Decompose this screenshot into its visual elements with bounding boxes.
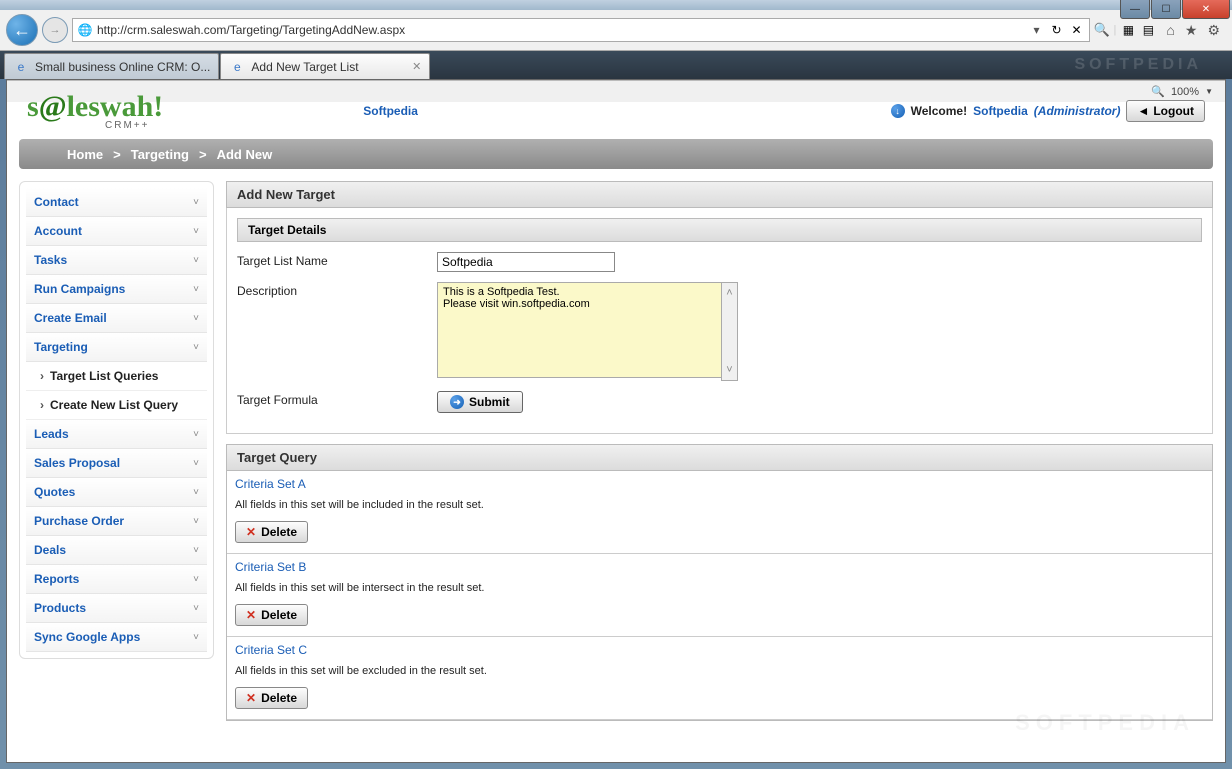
- chevron-down-icon: ˅: [193, 197, 199, 208]
- sidebar-item-deals[interactable]: Deals˅: [26, 536, 207, 565]
- sidebar-sub-target-list-queries[interactable]: Target List Queries: [26, 362, 207, 391]
- criteria-desc: All fields in this set will be included …: [235, 499, 1204, 511]
- chevron-down-icon: ˅: [193, 255, 199, 266]
- criteria-set: Criteria Set B All fields in this set wil…: [227, 554, 1212, 637]
- breadcrumb: Home > Targeting > Add New: [19, 139, 1213, 169]
- submit-icon: ➜: [450, 395, 464, 409]
- nav-back-button[interactable]: ←: [6, 14, 38, 46]
- criteria-set: Criteria Set C All fields in this set wil…: [227, 637, 1212, 720]
- crumb-home[interactable]: Home: [67, 147, 103, 162]
- chevron-down-icon: ˅: [193, 574, 199, 585]
- sidebar-item-run-campaigns[interactable]: Run Campaigns˅: [26, 275, 207, 304]
- tools-icon[interactable]: ⚙: [1207, 22, 1220, 39]
- delete-button[interactable]: ✕Delete: [235, 521, 308, 543]
- ie-page-icon: 🌐: [77, 22, 93, 38]
- name-label: Target List Name: [237, 252, 437, 272]
- chevron-down-icon: ˅: [193, 342, 199, 353]
- address-bar[interactable]: 🌐 ▾ ↻ ✕: [72, 18, 1090, 42]
- sidebar-item-contact[interactable]: Contact˅: [26, 188, 207, 217]
- criteria-name[interactable]: Criteria Set B: [235, 560, 1204, 574]
- company-link[interactable]: Softpedia: [363, 104, 418, 118]
- sidebar-item-tasks[interactable]: Tasks˅: [26, 246, 207, 275]
- tab-title: Small business Online CRM: O...: [35, 60, 210, 74]
- stop-icon[interactable]: ✕: [1069, 22, 1085, 38]
- sidebar-item-sales-proposal[interactable]: Sales Proposal˅: [26, 449, 207, 478]
- sidebar-item-quotes[interactable]: Quotes˅: [26, 478, 207, 507]
- target-name-input[interactable]: [437, 252, 615, 272]
- dropdown-icon[interactable]: ▾: [1029, 22, 1045, 38]
- criteria-desc: All fields in this set will be intersect…: [235, 582, 1204, 594]
- crumb-targeting[interactable]: Targeting: [131, 147, 189, 162]
- sidebar-item-targeting[interactable]: Targeting˅: [26, 333, 207, 362]
- logout-icon: ◄: [1137, 104, 1149, 118]
- desc-label: Description: [237, 282, 437, 381]
- sidebar-item-purchase-order[interactable]: Purchase Order˅: [26, 507, 207, 536]
- watermark: SOFTPEDIA: [1074, 56, 1232, 74]
- user-icon: ↓: [891, 104, 905, 118]
- section-target-details: Target Details: [237, 218, 1202, 242]
- delete-button[interactable]: ✕Delete: [235, 604, 308, 626]
- delete-icon: ✕: [246, 525, 256, 539]
- chevron-down-icon: ˅: [193, 226, 199, 237]
- tab-title: Add New Target List: [251, 60, 358, 74]
- sidebar-item-leads[interactable]: Leads˅: [26, 420, 207, 449]
- tab-close-icon[interactable]: ✕: [412, 60, 421, 73]
- favorites-icon[interactable]: ★: [1185, 22, 1198, 39]
- chevron-down-icon: ˅: [193, 545, 199, 556]
- home-icon[interactable]: ⌂: [1166, 22, 1174, 38]
- criteria-desc: All fields in this set will be excluded …: [235, 665, 1204, 677]
- chevron-down-icon: ˅: [193, 313, 199, 324]
- chevron-down-icon: ˅: [193, 603, 199, 614]
- feed-icon[interactable]: ▤: [1140, 22, 1156, 38]
- compat-icon[interactable]: ▦: [1120, 22, 1136, 38]
- page-title: Add New Target: [226, 181, 1213, 208]
- delete-button[interactable]: ✕Delete: [235, 687, 308, 709]
- delete-icon: ✕: [246, 608, 256, 622]
- maximize-button[interactable]: ☐: [1151, 0, 1181, 19]
- criteria-name[interactable]: Criteria Set A: [235, 477, 1204, 491]
- crumb-current: Add New: [217, 147, 273, 162]
- criteria-set: Criteria Set A All fields in this set wil…: [227, 471, 1212, 554]
- delete-icon: ✕: [246, 691, 256, 705]
- section-target-query: Target Query: [226, 444, 1213, 471]
- sidebar-item-create-email[interactable]: Create Email˅: [26, 304, 207, 333]
- sidebar-sub-create-new-list-query[interactable]: Create New List Query: [26, 391, 207, 420]
- chevron-down-icon: ˅: [193, 429, 199, 440]
- ie-icon: e: [13, 59, 29, 75]
- submit-button[interactable]: ➜ Submit: [437, 391, 523, 413]
- sidebar-item-products[interactable]: Products˅: [26, 594, 207, 623]
- search-icon[interactable]: 🔍: [1094, 22, 1110, 38]
- description-textarea[interactable]: [437, 282, 737, 378]
- criteria-name[interactable]: Criteria Set C: [235, 643, 1204, 657]
- browser-tab-active[interactable]: e Add New Target List ✕: [220, 53, 430, 79]
- refresh-icon[interactable]: ↻: [1049, 22, 1065, 38]
- chevron-down-icon: ˅: [193, 487, 199, 498]
- chevron-down-icon: ˅: [193, 516, 199, 527]
- close-button[interactable]: ✕: [1182, 0, 1230, 19]
- arrow-right-icon: →: [50, 24, 61, 36]
- arrow-left-icon: ←: [13, 20, 31, 41]
- user-role: (Administrator): [1034, 104, 1121, 118]
- sidebar: Contact˅Account˅Tasks˅Run Campaigns˅Crea…: [19, 181, 214, 659]
- minimize-button[interactable]: —: [1120, 0, 1150, 19]
- welcome-label: Welcome!: [911, 104, 967, 118]
- chevron-down-icon: ˅: [193, 632, 199, 643]
- logout-button[interactable]: ◄ Logout: [1126, 100, 1205, 122]
- sidebar-item-sync-google-apps[interactable]: Sync Google Apps˅: [26, 623, 207, 652]
- app-logo: s@leswah!: [27, 90, 163, 124]
- browser-tab[interactable]: e Small business Online CRM: O...: [4, 53, 219, 79]
- textarea-scroll[interactable]: ˄˅: [721, 282, 738, 381]
- user-name[interactable]: Softpedia: [973, 104, 1028, 118]
- nav-forward-button[interactable]: →: [42, 17, 68, 43]
- sidebar-item-reports[interactable]: Reports˅: [26, 565, 207, 594]
- chevron-down-icon: ˅: [193, 284, 199, 295]
- formula-label: Target Formula: [237, 391, 437, 413]
- sidebar-item-account[interactable]: Account˅: [26, 217, 207, 246]
- chevron-down-icon: ˅: [193, 458, 199, 469]
- ie-icon: e: [229, 59, 245, 75]
- url-input[interactable]: [97, 23, 1025, 37]
